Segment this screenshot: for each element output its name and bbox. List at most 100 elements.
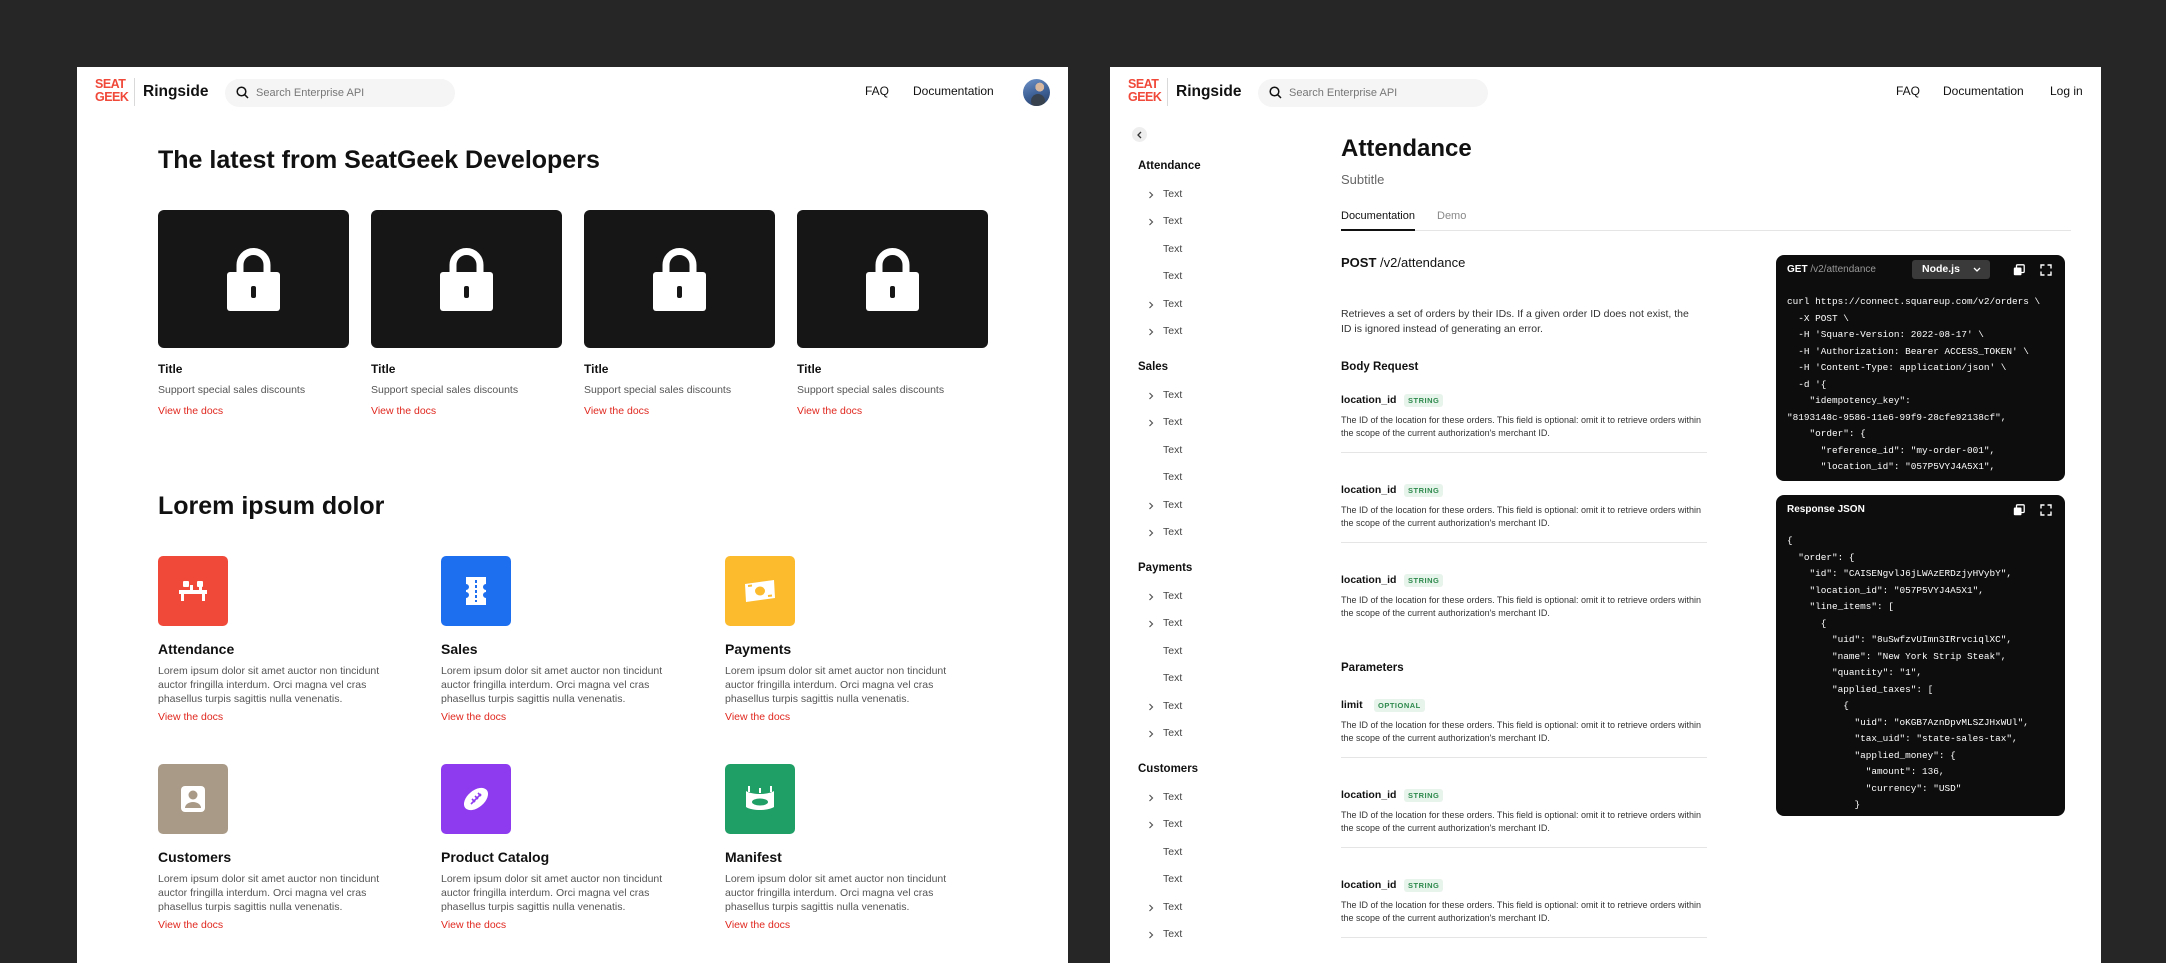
language-select[interactable]: Node.js [1912, 260, 1990, 279]
doc-card[interactable]: Title Support special sales discounts Vi… [158, 210, 349, 417]
search-bar[interactable] [1258, 79, 1488, 107]
sidebar-item-label: Text [1163, 928, 1183, 940]
sidebar-group-payments[interactable]: Payments [1138, 562, 1192, 574]
feature-manifest[interactable]: Manifest Lorem ipsum dolor sit amet auct… [725, 764, 980, 931]
feature-description: Lorem ipsum dolor sit amet auctor non ti… [725, 665, 947, 705]
sidebar-item[interactable]: Text [1149, 298, 1183, 310]
search-input[interactable] [1289, 79, 1479, 107]
sidebar-item[interactable]: Text [1163, 471, 1182, 483]
doc-card[interactable]: Title Support special sales discounts Vi… [797, 210, 988, 417]
view-docs-link[interactable]: View the docs [441, 711, 506, 723]
card-thumbnail [584, 210, 775, 348]
sidebar-item[interactable]: Text [1163, 270, 1182, 282]
feature-customers[interactable]: Customers Lorem ipsum dolor sit amet auc… [158, 764, 413, 931]
sidebar-item[interactable]: Text [1149, 590, 1182, 602]
sidebar-item[interactable]: Text [1149, 791, 1182, 803]
expand-icon[interactable] [2040, 264, 2052, 276]
type-badge: STRING [1404, 789, 1444, 802]
feature-attendance[interactable]: Attendance Lorem ipsum dolor sit amet au… [158, 556, 413, 723]
param-description: The ID of the location for these orders.… [1341, 505, 1701, 528]
sidebar-item[interactable]: Text [1149, 700, 1183, 712]
top-navbar: SEAT GEEK Ringside FAQ Documentation [77, 67, 1068, 117]
tab-documentation[interactable]: Documentation [1341, 210, 1415, 231]
lorem-section-title: Lorem ipsum dolor [158, 492, 385, 520]
card-thumbnail [797, 210, 988, 348]
sidebar-item[interactable]: Text [1149, 526, 1183, 538]
card-thumbnail [371, 210, 562, 348]
sidebar-item-label: Text [1163, 188, 1183, 200]
card-title: Title [371, 362, 396, 376]
sidebar-item[interactable]: Text [1149, 325, 1183, 337]
copy-icon[interactable] [2013, 264, 2025, 276]
collapse-sidebar-button[interactable] [1132, 127, 1147, 142]
expand-icon[interactable] [2040, 504, 2052, 516]
sidebar-item[interactable]: Text [1149, 499, 1182, 511]
view-docs-link[interactable]: View the docs [725, 919, 790, 931]
sidebar-item-label: Text [1163, 645, 1183, 657]
view-docs-link[interactable]: View the docs [371, 405, 436, 417]
sidebar-item[interactable]: Text [1163, 645, 1182, 657]
copy-icon[interactable] [2013, 504, 2025, 516]
search-input[interactable] [256, 79, 446, 107]
avatar[interactable] [1023, 79, 1050, 106]
brand-name[interactable]: Ringside [134, 78, 208, 106]
sidebar-item[interactable]: Text [1163, 873, 1182, 885]
chevron-right-icon [1149, 730, 1154, 737]
view-docs-link[interactable]: View the docs [725, 711, 790, 723]
seatgeek-logo[interactable]: SEAT GEEK [95, 78, 129, 106]
feature-title: Sales [441, 641, 478, 657]
sidebar-item[interactable]: Text [1149, 727, 1182, 739]
view-docs-link[interactable]: View the docs [584, 405, 649, 417]
view-docs-link[interactable]: View the docs [441, 919, 506, 931]
doc-card[interactable]: Title Support special sales discounts Vi… [584, 210, 775, 417]
chevron-right-icon [1149, 419, 1154, 426]
sidebar-item-label: Text [1163, 526, 1183, 538]
sidebar-item[interactable]: Text [1149, 617, 1182, 629]
sidebar-item-label: Text [1163, 444, 1183, 456]
sidebar-item[interactable]: Text [1149, 416, 1182, 428]
sidebar-item[interactable]: Text [1149, 188, 1183, 200]
sidebar-item[interactable]: Text [1163, 444, 1182, 456]
sidebar-item-label: Text [1163, 243, 1183, 255]
sidebar-item-label: Text [1163, 325, 1183, 337]
nav-login-link[interactable]: Log in [2050, 84, 2083, 98]
lock-icon [227, 248, 280, 311]
page-title: Attendance [1341, 135, 1472, 162]
nav-faq-link[interactable]: FAQ [1896, 84, 1920, 98]
sidebar-item[interactable]: Text [1149, 389, 1182, 401]
card-title: Title [797, 362, 822, 376]
sidebar-item[interactable]: Text [1149, 928, 1183, 940]
view-docs-link[interactable]: View the docs [158, 405, 223, 417]
param-name: limit [1341, 699, 1363, 711]
sidebar-group-attendance[interactable]: Attendance [1138, 160, 1201, 172]
view-docs-link[interactable]: View the docs [797, 405, 862, 417]
nav-documentation-link[interactable]: Documentation [1943, 84, 2024, 98]
nav-faq-link[interactable]: FAQ [865, 84, 889, 98]
sidebar-item[interactable]: Text [1163, 672, 1182, 684]
home-page-window: SEAT GEEK Ringside FAQ Documentation The… [77, 67, 1068, 963]
nav-documentation-link[interactable]: Documentation [913, 84, 994, 98]
feature-sales[interactable]: Sales Lorem ipsum dolor sit amet auctor … [441, 556, 696, 723]
seatgeek-logo[interactable]: SEAT GEEK [1128, 78, 1162, 106]
doc-card[interactable]: Title Support special sales discounts Vi… [371, 210, 562, 417]
feature-product-catalog[interactable]: Product Catalog Lorem ipsum dolor sit am… [441, 764, 696, 931]
sidebar-item[interactable]: Text [1149, 901, 1182, 913]
divider [1341, 452, 1707, 453]
feature-icon-tile [158, 556, 228, 626]
sidebar-item-label: Text [1163, 298, 1183, 310]
tab-demo[interactable]: Demo [1437, 210, 1466, 231]
search-bar[interactable] [225, 79, 455, 107]
feature-payments[interactable]: Payments Lorem ipsum dolor sit amet auct… [725, 556, 980, 723]
brand-name[interactable]: Ringside [1167, 78, 1241, 106]
sidebar-item[interactable]: Text [1149, 215, 1182, 227]
sidebar-item[interactable]: Text [1149, 818, 1182, 830]
view-docs-link[interactable]: View the docs [158, 919, 223, 931]
sidebar-item-label: Text [1163, 700, 1183, 712]
sidebar-group-sales[interactable]: Sales [1138, 361, 1168, 373]
view-docs-link[interactable]: View the docs [158, 711, 223, 723]
param-name: location_id [1341, 879, 1397, 891]
response-code-panel: Response JSON { "order": { "id": "CAISEN… [1776, 495, 2065, 816]
sidebar-item[interactable]: Text [1163, 846, 1182, 858]
sidebar-group-customers[interactable]: Customers [1138, 763, 1198, 775]
sidebar-item[interactable]: Text [1163, 243, 1182, 255]
